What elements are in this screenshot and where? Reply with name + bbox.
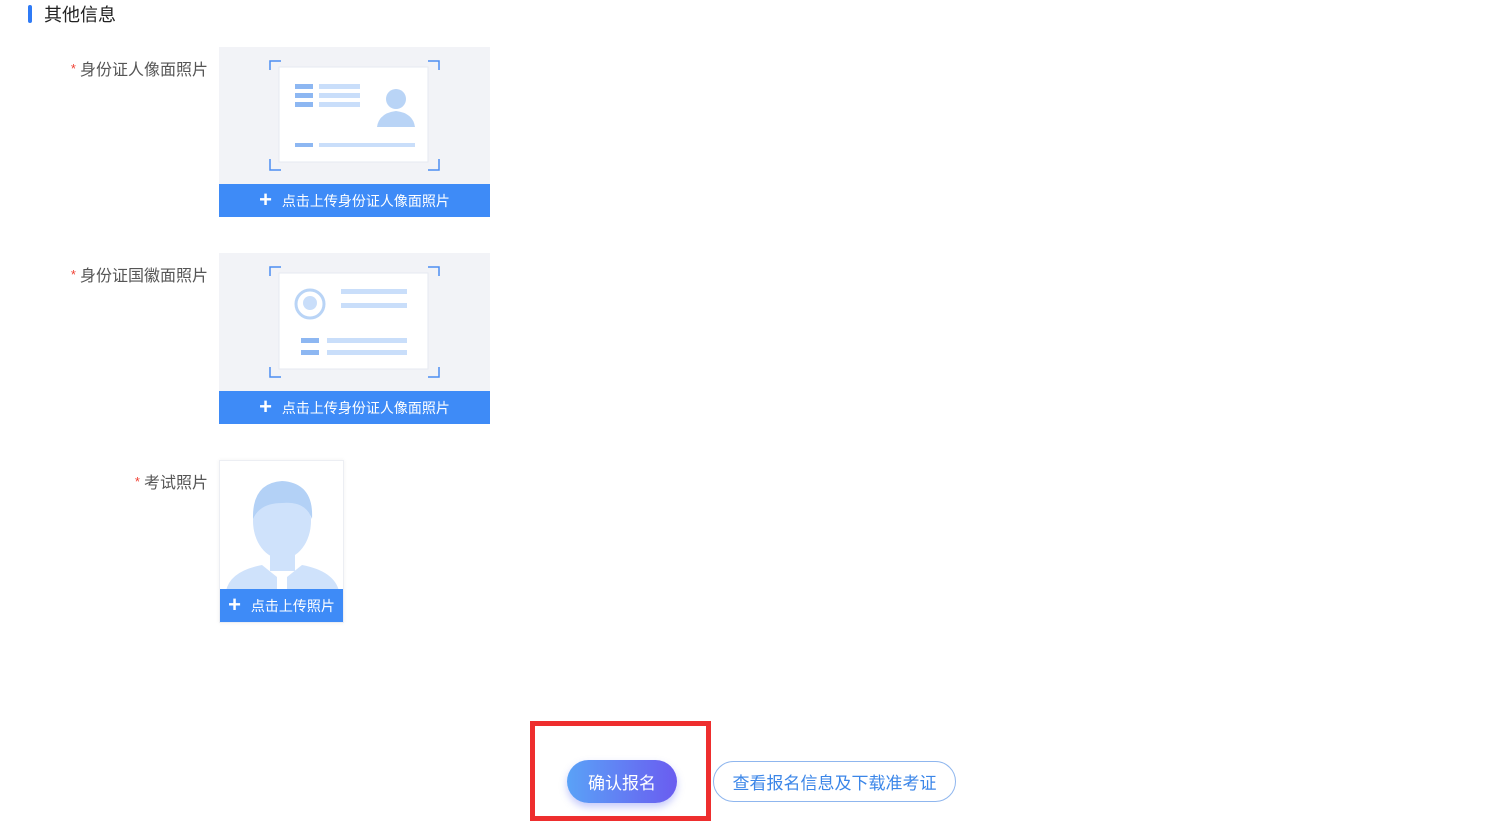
section-accent-bar bbox=[28, 5, 32, 23]
confirm-registration-button[interactable]: 确认报名 bbox=[567, 760, 677, 803]
section-header: 其他信息 bbox=[28, 3, 116, 25]
id-back-label: * 身份证国徽面照片 bbox=[18, 262, 208, 286]
id-back-label-text: 身份证国徽面照片 bbox=[79, 268, 208, 285]
id-front-upload-button[interactable]: + 点击上传身份证人像面照片 bbox=[219, 184, 490, 217]
id-back-upload-button[interactable]: + 点击上传身份证人像面照片 bbox=[219, 391, 490, 424]
required-mark: * bbox=[134, 474, 140, 489]
id-front-label-text: 身份证人像面照片 bbox=[79, 62, 208, 79]
required-mark: * bbox=[70, 267, 76, 282]
exam-photo-upload[interactable]: + 点击上传照片 bbox=[219, 460, 344, 623]
id-front-upload-label: 点击上传身份证人像面照片 bbox=[281, 192, 450, 209]
id-back-upload[interactable]: + 点击上传身份证人像面照片 bbox=[219, 253, 490, 424]
exam-photo-upload-label: 点击上传照片 bbox=[250, 597, 335, 614]
plus-icon: + bbox=[259, 393, 272, 419]
view-registration-button[interactable]: 查看报名信息及下载准考证 bbox=[713, 761, 956, 802]
id-front-label: * 身份证人像面照片 bbox=[18, 56, 208, 80]
section-title: 其他信息 bbox=[44, 5, 116, 25]
plus-icon: + bbox=[259, 186, 272, 212]
exam-photo-label: * 考试照片 bbox=[18, 469, 208, 493]
id-back-upload-label: 点击上传身份证人像面照片 bbox=[281, 399, 450, 416]
id-front-upload[interactable]: + 点击上传身份证人像面照片 bbox=[219, 47, 490, 217]
plus-icon: + bbox=[228, 591, 241, 617]
exam-photo-upload-button[interactable]: + 点击上传照片 bbox=[220, 589, 343, 622]
id-card-emblem-icon bbox=[269, 266, 440, 378]
required-mark: * bbox=[70, 61, 76, 76]
exam-photo-label-text: 考试照片 bbox=[143, 475, 208, 492]
id-card-portrait-icon bbox=[269, 60, 440, 171]
person-placeholder-icon bbox=[226, 481, 339, 591]
